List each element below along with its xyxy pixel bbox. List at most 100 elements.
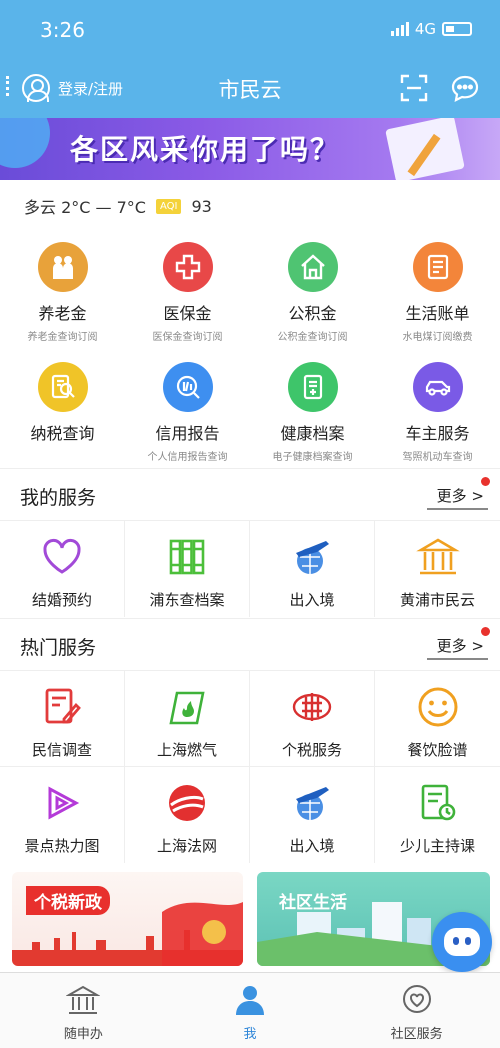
my-services-row: 结婚预约 浦东查档案 出入境 黄浦市民云 [0,520,500,617]
assistant-robot-button[interactable] [432,912,492,972]
weather-bar[interactable]: 多云 2°C — 7°C AQI 93 [24,194,212,218]
quick-sub: 电子健康档案查询 [272,452,353,463]
service-label: 少儿主持课 [399,837,475,855]
bill-icon [412,242,463,292]
app-header: 3:26 4G 登录/注册 市民云 [0,0,500,118]
banner-text: 各区风采你用了吗？ [70,133,341,166]
plane-globe-icon [296,787,329,820]
banner-decoration [0,118,50,168]
bottom-tab-bar: 随申办 我 社区服务 [0,972,500,1048]
quick-sub: 养老金查询订阅 [27,332,98,343]
status-indicators: 4G [390,20,472,38]
course-icon [421,784,455,821]
signal-icon [390,22,409,36]
tab-suishenban[interactable]: 随申办 [0,973,167,1048]
smile-icon [418,687,457,727]
quick-item-credit[interactable]: 信用报告 个人信用报告查询 [125,362,250,463]
quick-grid-row-1: 养老金 养老金查询订阅 医保金 医保金查询订阅 公积金 公积金查询订阅 生活账单… [0,242,500,343]
quick-sub: 医保金查询订阅 [152,332,223,343]
quick-item-pension[interactable]: 养老金 养老金查询订阅 [0,242,125,343]
more-link[interactable]: 更多 > [426,485,488,510]
notification-dot [481,477,490,486]
tab-me[interactable]: 我 [167,973,334,1048]
tab-label: 社区服务 [390,1027,443,1042]
aqi-value: 93 [191,196,212,216]
tab-label: 随申办 [63,1027,103,1042]
car-icon [412,362,463,412]
quick-sub: 水电煤订阅缴费 [402,332,473,343]
promo-banner[interactable]: 各区风采你用了吗？ [0,118,500,180]
service-law[interactable]: 上海法网 [125,767,250,863]
service-label: 个税服务 [281,741,342,759]
hot-services-header: 热门服务 更多 > [0,618,500,670]
service-label: 出入境 [289,591,335,609]
service-course[interactable]: 少儿主持课 [375,767,500,863]
service-label: 黄浦市民云 [399,591,475,609]
service-label: 浦东查档案 [149,591,225,609]
chat-icon[interactable] [450,74,480,102]
service-label: 出入境 [289,837,335,855]
government-icon [65,985,102,1014]
tax-search-icon [37,362,88,412]
quick-label: 车主服务 [405,424,470,443]
weather-text: 多云 2°C — 7°C [24,198,146,217]
quick-item-housing-fund[interactable]: 公积金 公积金查询订阅 [250,242,375,343]
service-label: 景点热力图 [24,837,100,855]
battery-icon [442,22,472,36]
quick-item-bills[interactable]: 生活账单 水电煤订阅缴费 [375,242,500,343]
elderly-icon [37,242,88,292]
hot-services-row-1: 民信调查 上海燃气 个税服务 餐饮脸谱 [0,670,500,767]
tab-community[interactable]: 社区服务 [333,973,500,1048]
section-title: 热门服务 [20,637,97,659]
quick-label: 公积金 [288,304,337,323]
service-immigration[interactable]: 出入境 [250,521,375,617]
service-label: 民信调查 [31,741,92,759]
medical-cross-icon [162,242,213,292]
hot-services-row-2: 景点热力图 上海法网 出入境 少儿主持课 [0,766,500,863]
robot-icon [444,928,480,956]
promo-title: 个税新政 [26,886,110,915]
quick-item-health-file[interactable]: 健康档案 电子健康档案查询 [250,362,375,463]
service-heatmap[interactable]: 景点热力图 [0,767,125,863]
promo-card-tax-policy[interactable]: 个税新政 [12,872,243,966]
heart-bubble-icon [402,985,431,1013]
house-icon [287,242,338,292]
quick-sub: 公积金查询订阅 [277,332,348,343]
section-title: 我的服务 [20,487,97,509]
quick-sub: 个人信用报告查询 [147,452,228,463]
notification-dot [481,627,490,636]
my-services-header: 我的服务 更多 > [0,468,500,520]
credit-icon [162,362,213,412]
service-archive[interactable]: 浦东查档案 [125,521,250,617]
promo-title: 社区生活 [279,893,347,913]
quick-item-tax[interactable]: 纳税查询 [0,362,125,463]
service-label: 餐饮脸谱 [407,741,468,759]
law-icon [169,785,205,821]
quick-item-medical[interactable]: 医保金 医保金查询订阅 [125,242,250,343]
quick-label: 纳税查询 [30,424,95,443]
service-survey[interactable]: 民信调查 [0,671,125,767]
service-label: 上海法网 [156,837,217,855]
quick-grid-row-2: 纳税查询 信用报告 个人信用报告查询 健康档案 电子健康档案查询 车主服务 驾照… [0,362,500,463]
play-icon [48,786,80,820]
quick-item-car[interactable]: 车主服务 驾照机动车查询 [375,362,500,463]
service-marriage[interactable]: 结婚预约 [0,521,125,617]
status-time: 3:26 [40,18,85,42]
heart-icon [43,539,81,574]
service-tax[interactable]: 个税服务 [250,671,375,767]
more-link[interactable]: 更多 > [426,635,488,660]
quick-label: 养老金 [38,304,87,323]
quick-sub: 驾照机动车查询 [402,452,473,463]
service-immigration-2[interactable]: 出入境 [250,767,375,863]
service-label: 结婚预约 [31,591,92,609]
service-gas[interactable]: 上海燃气 [125,671,250,767]
tab-label: 我 [243,1027,257,1042]
scan-icon[interactable] [400,74,428,102]
aqi-badge: AQI [155,198,182,214]
health-file-icon [287,362,338,412]
service-food[interactable]: 餐饮脸谱 [375,671,500,767]
quick-label: 健康档案 [280,424,345,443]
person-icon [236,986,264,1015]
archive-icon [169,539,205,575]
service-huangpu[interactable]: 黄浦市民云 [375,521,500,617]
